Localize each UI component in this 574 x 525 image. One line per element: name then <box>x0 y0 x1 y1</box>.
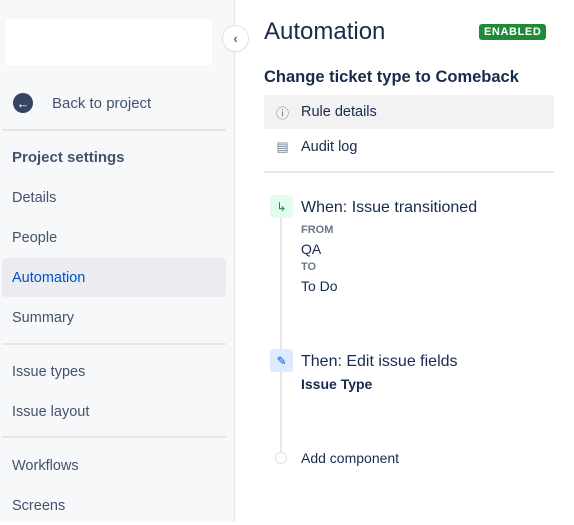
sidebar-item-automation[interactable]: Automation <box>2 258 226 297</box>
divider <box>264 171 554 173</box>
sidebar-item-summary[interactable]: Summary <box>2 298 226 337</box>
collapse-sidebar-button[interactable]: ‹ <box>223 26 248 51</box>
pencil-icon: ✎ <box>270 349 293 372</box>
to-label: TO <box>301 261 317 273</box>
section-title: Project settings <box>12 149 125 166</box>
page-title: Automation <box>264 18 386 45</box>
sidebar-item-screens[interactable]: Screens <box>2 486 226 525</box>
back-label: Back to project <box>52 94 152 112</box>
rule-details-tab[interactable]: ⓘ Rule details <box>264 95 554 129</box>
back-to-project-link[interactable]: ← Back to project <box>13 93 151 113</box>
chevron-left-icon: ‹ <box>233 31 238 46</box>
add-component-button[interactable]: Add component <box>301 450 399 466</box>
sidebar-item-details[interactable]: Details <box>2 178 226 217</box>
sidebar-item-issue-layout[interactable]: Issue layout <box>2 392 226 431</box>
divider <box>2 436 226 438</box>
project-logo <box>6 19 212 65</box>
transition-icon: ↳ <box>270 195 293 218</box>
audit-log-tab[interactable]: ▤ Audit log <box>264 130 554 164</box>
from-label: FROM <box>301 224 334 236</box>
sidebar-item-issue-types[interactable]: Issue types <box>2 352 226 391</box>
sidebar: ← Back to project Project settings Detail… <box>0 0 235 522</box>
trigger-title[interactable]: When: Issue transitioned <box>301 199 477 217</box>
audit-log-label: Audit log <box>301 139 358 155</box>
rule-name: Change ticket type to Comeback <box>264 68 519 86</box>
add-circle-icon <box>275 452 287 464</box>
divider <box>2 343 226 345</box>
rule-details-label: Rule details <box>301 104 377 120</box>
info-icon: ⓘ <box>275 105 289 121</box>
status-badge: ENABLED <box>479 24 547 40</box>
from-value: QA <box>301 241 322 257</box>
document-icon: ▤ <box>276 139 289 154</box>
sidebar-item-people[interactable]: People <box>2 218 226 257</box>
to-value: To Do <box>301 278 338 294</box>
arrow-left-icon: ← <box>13 93 33 113</box>
rule-flow-line <box>280 215 282 452</box>
action-field: Issue Type <box>301 376 373 392</box>
divider <box>2 129 226 131</box>
action-title[interactable]: Then: Edit issue fields <box>301 353 458 371</box>
sidebar-item-workflows[interactable]: Workflows <box>2 446 226 485</box>
